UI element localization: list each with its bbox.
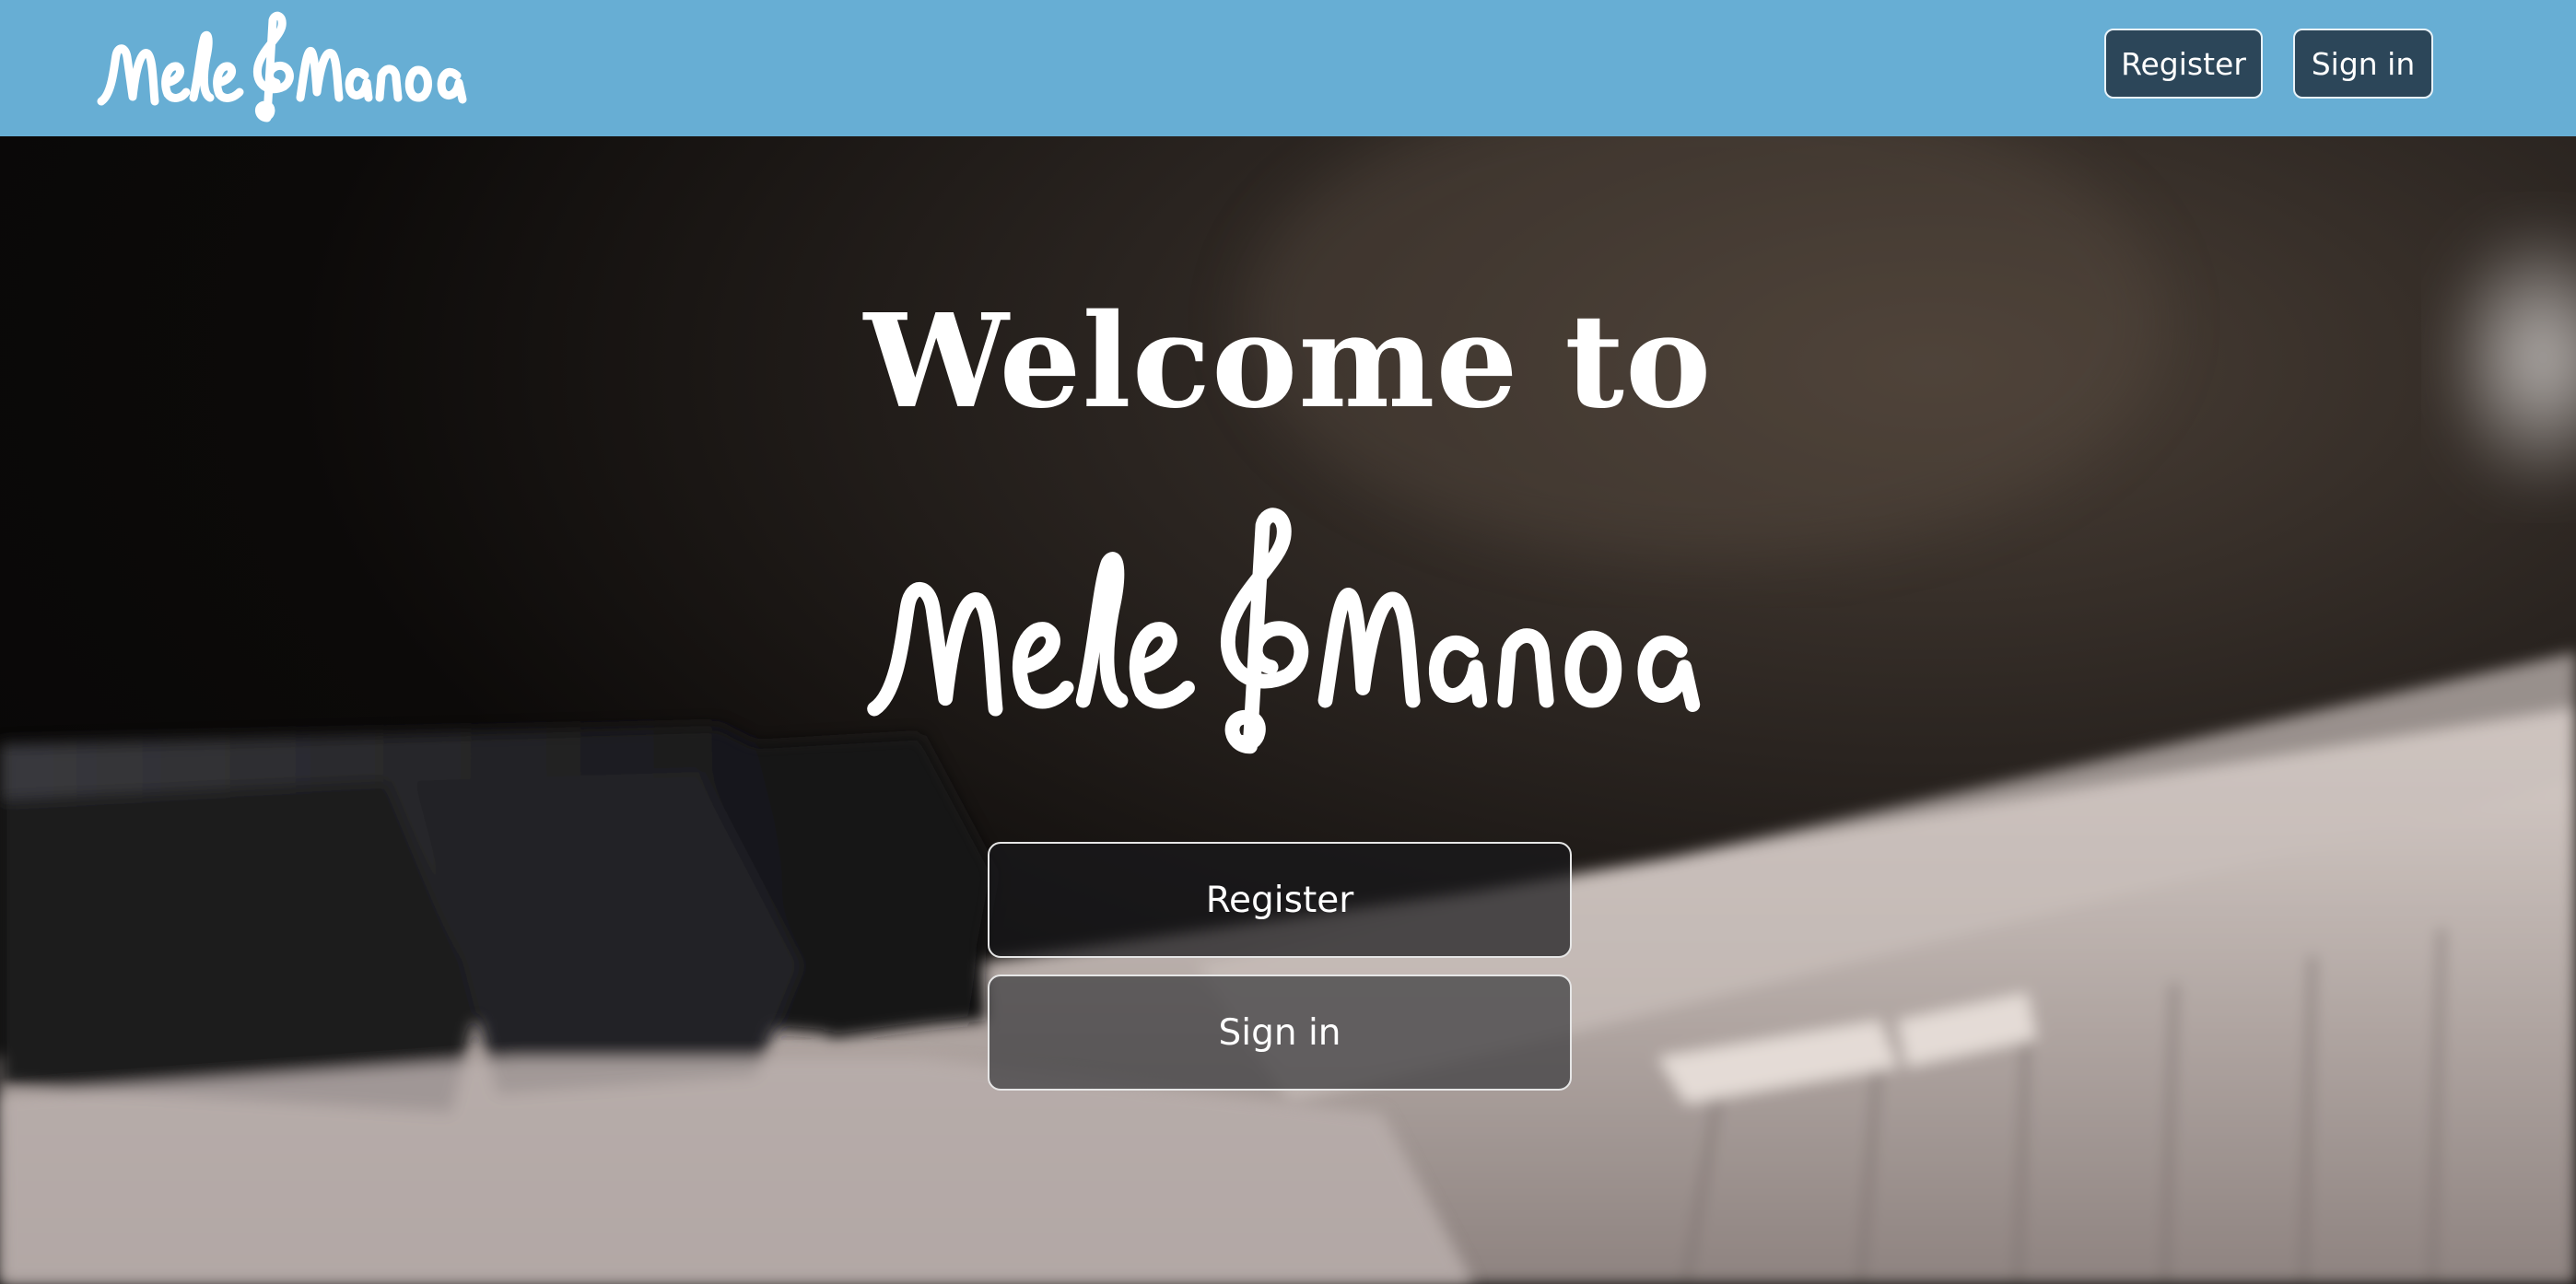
welcome-heading: Welcome to xyxy=(863,286,1713,438)
hero-section: Welcome to Register Sign in xyxy=(0,136,2576,1284)
nav-signin-button[interactable]: Sign in xyxy=(2293,29,2433,99)
hero-register-button[interactable]: Register xyxy=(988,842,1572,958)
hero-signin-button[interactable]: Sign in xyxy=(988,975,1572,1091)
nav-register-button[interactable]: Register xyxy=(2104,29,2263,99)
hero-logo xyxy=(867,508,1701,754)
top-navbar: Register Sign in xyxy=(0,0,2576,136)
brand-logo[interactable] xyxy=(96,9,474,127)
